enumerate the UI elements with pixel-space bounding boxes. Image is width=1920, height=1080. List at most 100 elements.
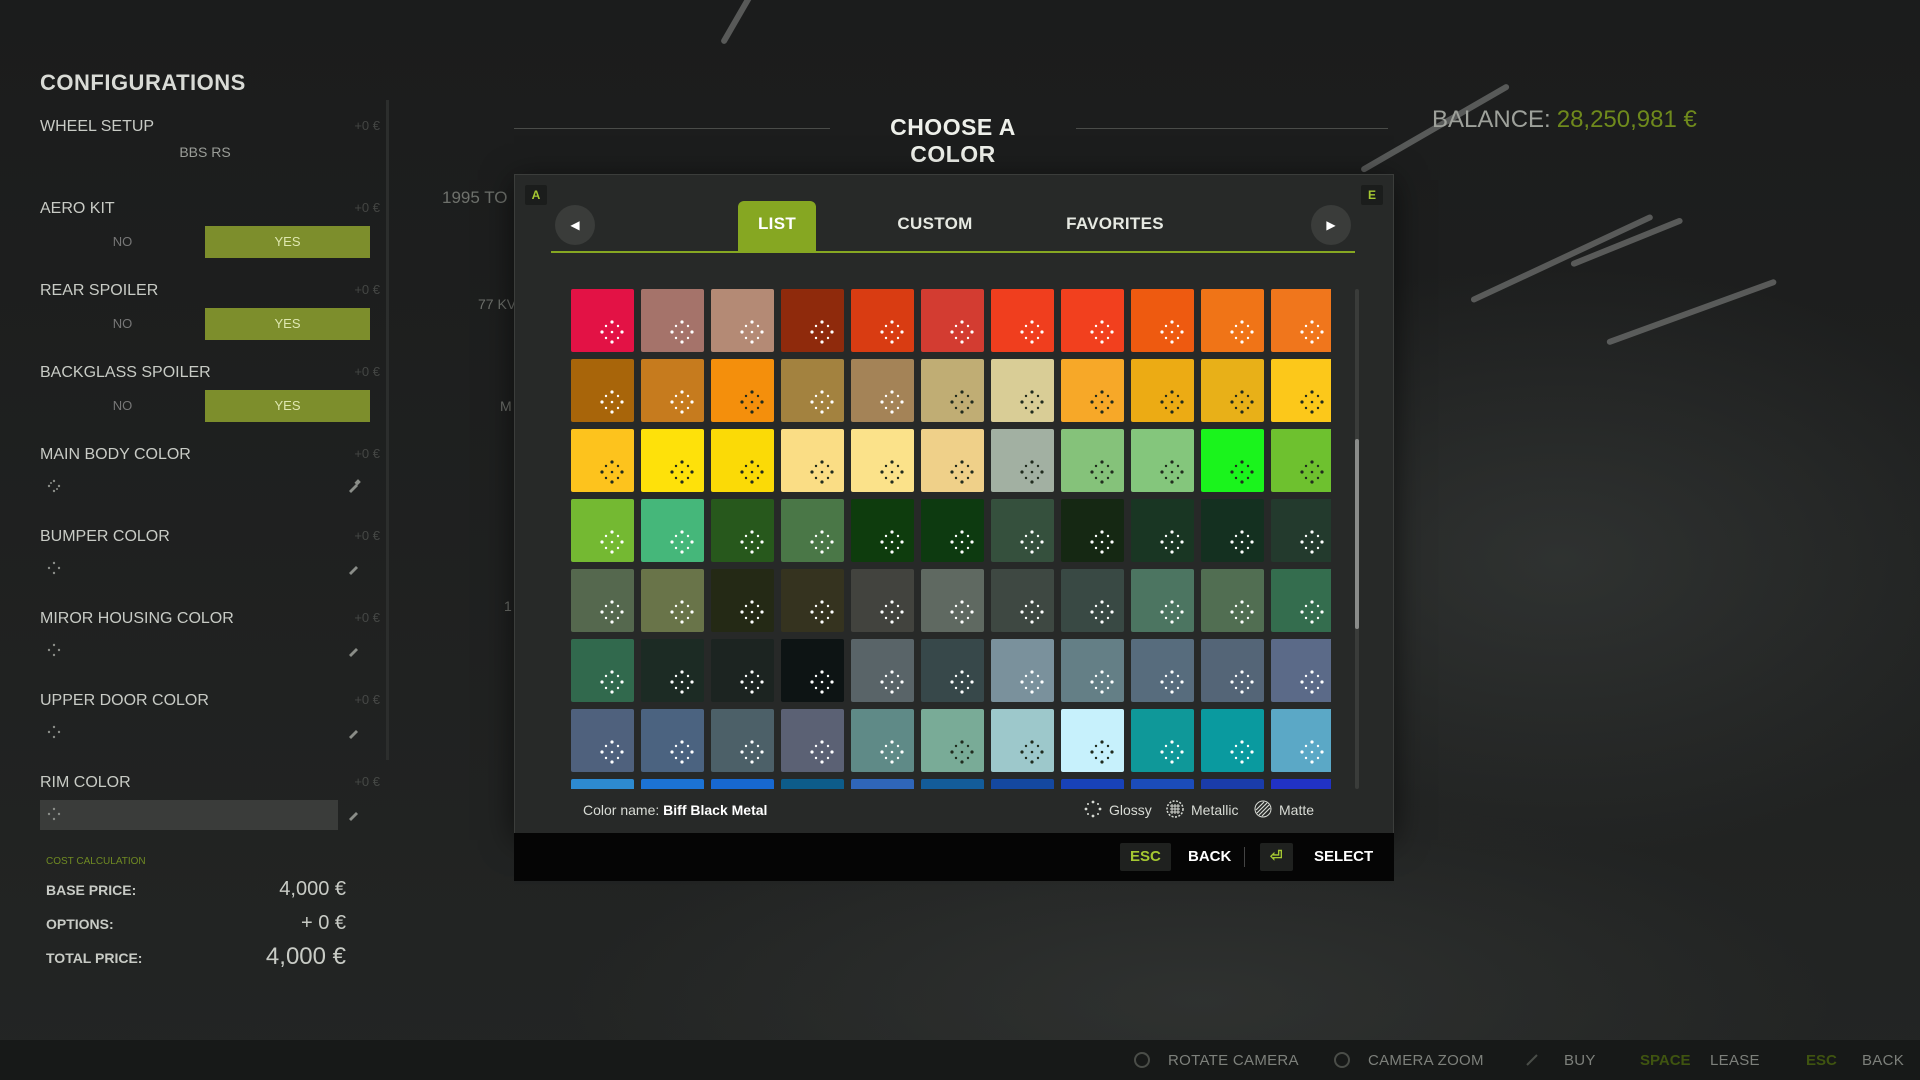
color-swatch[interactable] [851, 429, 914, 492]
buy-button[interactable]: BUY [1564, 1052, 1596, 1069]
color-swatch[interactable] [711, 429, 774, 492]
color-swatch[interactable] [711, 289, 774, 352]
color-swatch[interactable] [991, 429, 1054, 492]
color-swatch[interactable] [991, 639, 1054, 702]
rear-spoiler-toggle[interactable]: NO YES [40, 308, 370, 340]
color-swatch[interactable] [1061, 779, 1124, 789]
color-swatch[interactable] [851, 639, 914, 702]
color-swatch[interactable] [711, 499, 774, 562]
color-swatch[interactable] [1061, 499, 1124, 562]
color-swatch[interactable] [1061, 709, 1124, 772]
color-swatch[interactable] [711, 709, 774, 772]
color-swatch[interactable] [711, 359, 774, 422]
color-swatch[interactable] [781, 359, 844, 422]
color-swatch[interactable] [1201, 429, 1264, 492]
paint-brush-icon[interactable] [346, 806, 362, 822]
color-swatch[interactable] [921, 709, 984, 772]
aero-kit-toggle[interactable]: NO YES [40, 226, 370, 258]
color-swatch[interactable] [991, 359, 1054, 422]
color-swatch[interactable] [1131, 779, 1194, 789]
color-swatch[interactable] [781, 709, 844, 772]
color-swatch[interactable] [711, 639, 774, 702]
toggle-no[interactable]: NO [40, 308, 205, 340]
color-swatch[interactable] [1061, 359, 1124, 422]
color-swatch[interactable] [571, 639, 634, 702]
color-swatch[interactable] [921, 359, 984, 422]
color-swatch[interactable] [1131, 359, 1194, 422]
color-swatch[interactable] [1131, 569, 1194, 632]
color-swatch[interactable] [1271, 779, 1331, 789]
color-swatch[interactable] [991, 569, 1054, 632]
lease-button[interactable]: LEASE [1710, 1052, 1760, 1069]
color-swatch[interactable] [991, 289, 1054, 352]
color-swatch[interactable] [1201, 779, 1264, 789]
color-picker-row[interactable] [40, 636, 370, 664]
paint-brush-icon[interactable] [346, 478, 362, 494]
back-button[interactable]: BACK [1188, 843, 1231, 871]
toggle-no[interactable]: NO [40, 226, 205, 258]
color-swatch[interactable] [921, 499, 984, 562]
select-button[interactable]: SELECT [1314, 843, 1373, 871]
color-swatch[interactable] [711, 779, 774, 789]
color-swatch[interactable] [1131, 639, 1194, 702]
color-swatch[interactable] [851, 359, 914, 422]
color-picker-row[interactable] [40, 718, 370, 746]
scrollbar-thumb[interactable] [1355, 439, 1359, 629]
color-swatch[interactable] [1271, 709, 1331, 772]
color-picker-row[interactable] [40, 800, 338, 830]
color-swatch[interactable] [641, 499, 704, 562]
color-swatch[interactable] [1061, 639, 1124, 702]
toggle-yes[interactable]: YES [205, 308, 370, 340]
paint-brush-icon[interactable] [346, 724, 362, 740]
color-swatch[interactable] [921, 639, 984, 702]
color-swatch[interactable] [781, 779, 844, 789]
paint-brush-icon[interactable] [346, 642, 362, 658]
next-tab-button[interactable]: ▶ [1311, 205, 1351, 245]
color-swatch[interactable] [641, 779, 704, 789]
color-swatch[interactable] [1271, 359, 1331, 422]
color-swatch[interactable] [571, 429, 634, 492]
toggle-no[interactable]: NO [40, 390, 205, 422]
color-picker-row[interactable] [40, 472, 370, 500]
color-swatch[interactable] [1131, 289, 1194, 352]
color-swatch[interactable] [781, 499, 844, 562]
color-swatch[interactable] [1201, 639, 1264, 702]
tab-custom[interactable]: CUSTOM [875, 201, 995, 251]
color-swatch[interactable] [1061, 569, 1124, 632]
color-swatch[interactable] [921, 289, 984, 352]
color-swatch[interactable] [641, 569, 704, 632]
color-swatch[interactable] [991, 779, 1054, 789]
color-swatch[interactable] [1131, 709, 1194, 772]
color-swatch[interactable] [1201, 359, 1264, 422]
paint-brush-icon[interactable] [346, 560, 362, 576]
color-swatch[interactable] [571, 289, 634, 352]
color-swatch[interactable] [781, 289, 844, 352]
color-swatch[interactable] [711, 569, 774, 632]
color-swatch[interactable] [991, 709, 1054, 772]
back-button-bottom[interactable]: BACK [1862, 1052, 1904, 1069]
color-swatch[interactable] [571, 359, 634, 422]
color-swatch[interactable] [571, 499, 634, 562]
color-swatch[interactable] [851, 289, 914, 352]
color-swatch[interactable] [1271, 429, 1331, 492]
tab-list[interactable]: LIST [738, 201, 816, 251]
color-swatch[interactable] [781, 429, 844, 492]
color-swatch[interactable] [991, 499, 1054, 562]
color-swatch[interactable] [641, 289, 704, 352]
color-swatch[interactable] [571, 569, 634, 632]
panel-scrollbar[interactable] [386, 100, 389, 760]
color-swatch[interactable] [641, 709, 704, 772]
color-swatch[interactable] [781, 569, 844, 632]
color-picker-row[interactable] [40, 554, 370, 582]
color-swatch[interactable] [1061, 429, 1124, 492]
toggle-yes[interactable]: YES [205, 390, 370, 422]
rotate-camera-hint[interactable]: ROTATE CAMERA [1168, 1052, 1299, 1069]
color-swatch[interactable] [1201, 499, 1264, 562]
color-swatch[interactable] [1271, 639, 1331, 702]
color-swatch[interactable] [641, 639, 704, 702]
color-swatch[interactable] [1271, 499, 1331, 562]
color-swatch[interactable] [571, 779, 634, 789]
grid-scrollbar[interactable] [1355, 289, 1359, 789]
color-swatch[interactable] [641, 429, 704, 492]
color-swatch[interactable] [1201, 569, 1264, 632]
